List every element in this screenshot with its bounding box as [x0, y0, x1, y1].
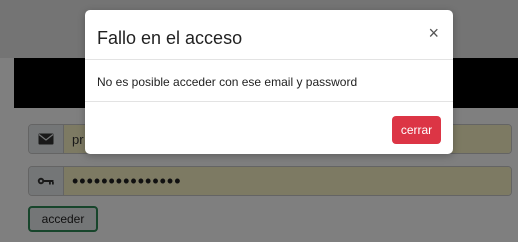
modal-title: Fallo en el acceso	[97, 28, 243, 48]
modal-header: Fallo en el acceso ×	[85, 10, 453, 60]
modal-message: No es posible acceder con ese email y pa…	[97, 75, 358, 89]
close-icon[interactable]: ×	[428, 24, 439, 42]
cerrar-button[interactable]: cerrar	[392, 116, 441, 144]
error-modal: Fallo en el acceso × No es posible acced…	[85, 10, 453, 154]
modal-body: No es posible acceder con ese email y pa…	[85, 60, 453, 102]
